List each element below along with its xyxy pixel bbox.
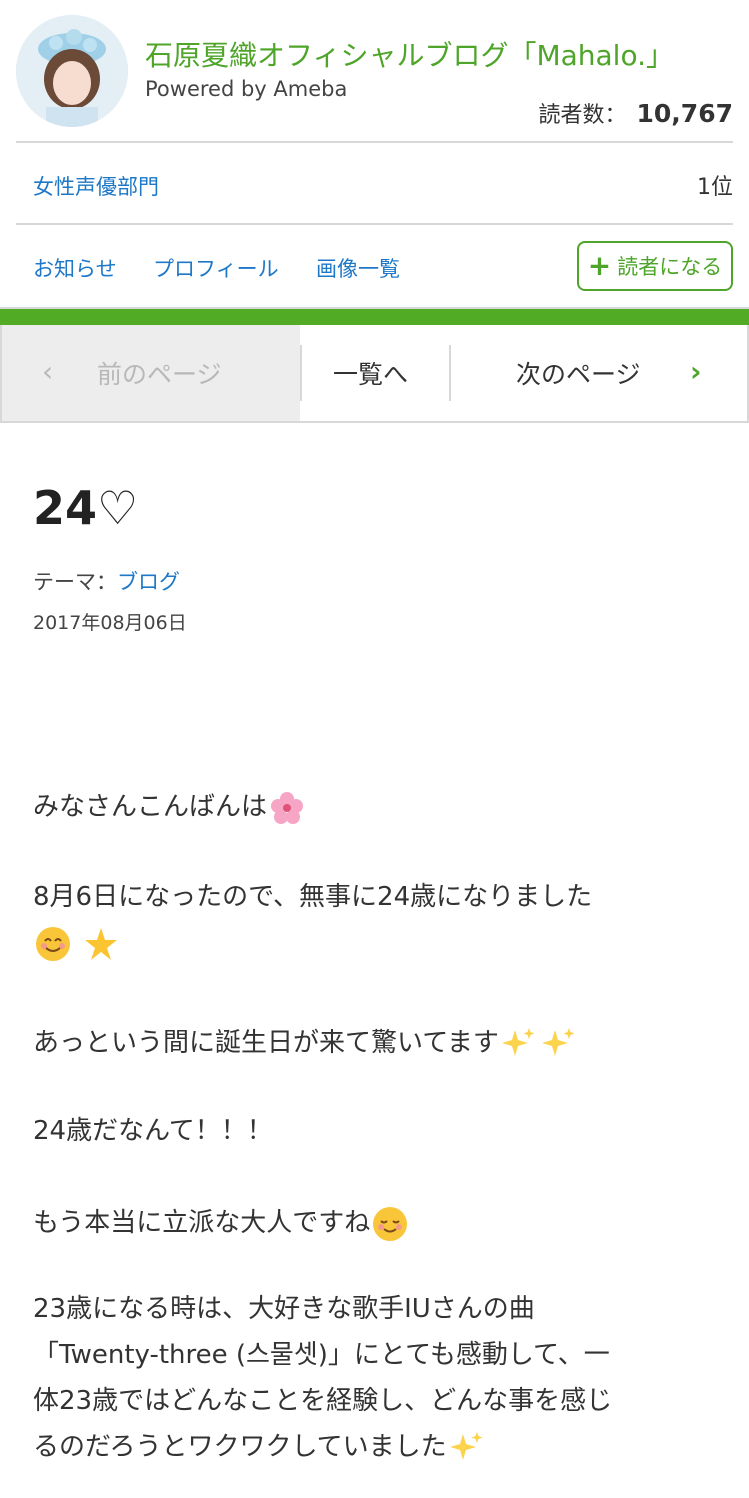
sparkles-emoji [449,1431,483,1460]
entry-pager: ‹ 前のページ 一覧へ 次のページ › [0,325,749,423]
theme-link[interactable]: ブログ [117,570,180,594]
reader-count: 読者数： 10,767 [539,97,734,129]
avatar[interactable] [16,15,128,127]
blog-header: 石原夏織オフィシャルブログ「Mahalo.」 Powered by Ameba … [0,0,749,143]
paragraph-text: 「Twenty-three (스물셋)」にとても感動して、一 [33,1340,610,1370]
paragraph: 23歳になる時は、大好きな歌手IUさんの曲 「Twenty-three (스물셋… [33,1286,723,1470]
entry-date: 2017年08月06日 [33,612,187,634]
reader-count-value: 10,767 [636,99,733,128]
cherry-blossom-emoji [271,791,304,824]
star-emoji [85,927,118,960]
paragraph-text: もう本当に立派な大人ですね [33,1208,371,1238]
nav-news[interactable]: お知らせ [33,253,117,283]
entry-title: 24♡ [33,481,139,535]
follow-label: 読者になる [617,255,723,279]
nav-profile[interactable]: プロフィール [153,253,279,283]
nav-images[interactable]: 画像一覧 [316,253,400,283]
ranking-position: 1位 [697,175,733,200]
powered-by: Powered by Ameba [145,77,348,101]
chevron-left-icon: ‹ [42,355,54,388]
paragraph: もう本当に立派な大人ですね [33,1200,723,1246]
paragraph: 8月6日になったので、無事に24歳になりました [33,874,723,966]
paragraph: 24歳だなんて！！！ [33,1108,723,1154]
paragraph: あっという間に誕生日が来て驚いてます [33,1020,723,1066]
paragraph-text: るのだろうとワクワクしていました [33,1432,447,1462]
paragraph-text: 24歳だなんて！！！ [33,1116,273,1146]
relieved-emoji [373,1206,408,1241]
follow-button[interactable]: + 読者になる [577,241,733,291]
blog-nav: お知らせ プロフィール 画像一覧 + 読者になる [0,225,749,307]
sparkles-emoji [541,1027,575,1056]
theme-label: テーマ： [33,570,117,594]
list-link[interactable]: 一覧へ [333,355,408,391]
smile-emoji [36,926,70,961]
ranking-row: 女性声優部門 1位 [0,143,749,225]
reader-count-label: 読者数： [538,103,627,128]
prev-page-button[interactable]: ‹ 前のページ [2,325,300,421]
divider [449,345,451,401]
plus-icon: + [587,249,612,282]
paragraph-text: みなさんこんばんは [33,792,268,822]
paragraph-text: 8月6日になったので、無事に24歳になりました [33,882,593,912]
paragraph: みなさんこんばんは [33,784,723,830]
paragraph-text: 23歳になる時は、大好きな歌手IUさんの曲 [33,1294,535,1324]
blog-title[interactable]: 石原夏織オフィシャルブログ「Mahalo.」 [145,34,674,74]
accent-bar [0,307,749,325]
divider [300,345,302,401]
sparkles-emoji [501,1027,535,1056]
ranking-category[interactable]: 女性声優部門 [33,171,159,201]
paragraph-text: あっという間に誕生日が来て驚いてます [33,1028,499,1058]
prev-page-label: 前のページ [97,360,222,389]
chevron-right-icon[interactable]: › [690,355,702,388]
next-page-button[interactable]: 次のページ [516,355,641,391]
paragraph-text: 体23歳ではどんなことを経験し、どんな事を感じ [33,1386,613,1416]
entry-theme: テーマ：ブログ [33,566,180,596]
